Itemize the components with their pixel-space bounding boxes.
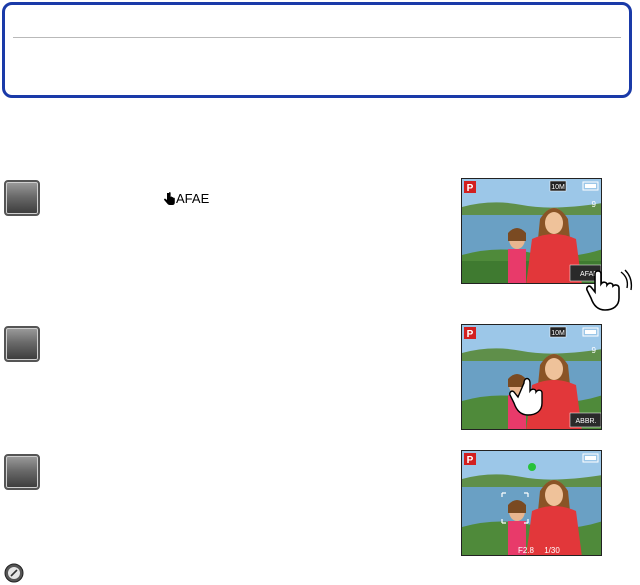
svg-text:1/30: 1/30 — [544, 546, 560, 555]
camera-screen-1: P 10M 9 AFAE — [461, 178, 602, 284]
svg-text:ABBR.: ABBR. — [575, 418, 596, 425]
title-box — [2, 2, 632, 98]
finger-tap-icon — [586, 269, 633, 311]
step-1-badge — [4, 180, 40, 216]
svg-text:P: P — [467, 455, 474, 466]
step-1-label: AFAE — [176, 191, 210, 206]
svg-text:10M: 10M — [551, 330, 565, 337]
focus-indicator — [528, 463, 536, 471]
title-divider — [13, 37, 621, 38]
svg-text:F2.8: F2.8 — [518, 546, 535, 555]
note-icon — [4, 563, 24, 583]
svg-text:10M: 10M — [551, 184, 565, 191]
camera-screen-3: P F2.8 1/30 — [461, 450, 602, 556]
svg-text:9: 9 — [592, 346, 597, 355]
step-2-badge — [4, 326, 40, 362]
svg-text:P: P — [467, 183, 474, 194]
hand-touch-icon — [164, 191, 175, 205]
svg-text:P: P — [467, 329, 474, 340]
camera-screen-2: P 10M 9 ABBR. — [461, 324, 602, 430]
step-1-text: AFAE — [163, 191, 209, 206]
svg-text:9: 9 — [592, 200, 597, 209]
step-3-badge — [4, 454, 40, 490]
